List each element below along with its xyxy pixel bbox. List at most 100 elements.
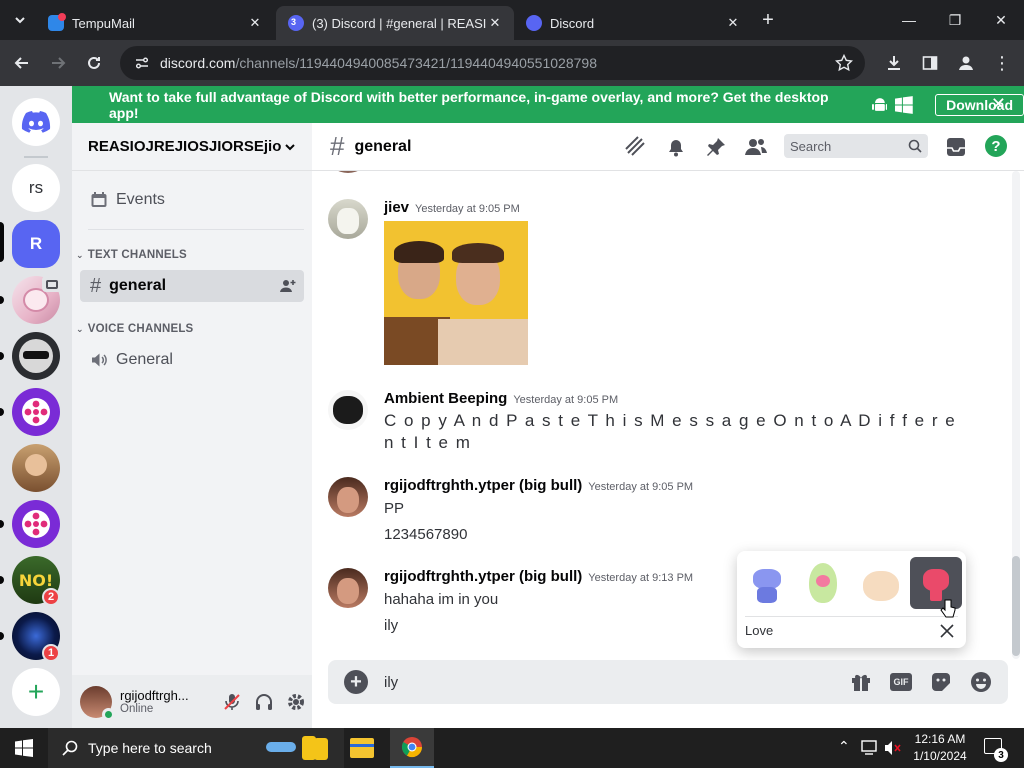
minimize-button[interactable]: — [886,0,932,40]
message-timestamp: Yesterday at 9:05 PM [588,481,694,493]
menu-button[interactable]: ⋮ [988,49,1016,77]
windows-icon [895,95,914,114]
muted-mic-icon[interactable] [222,692,242,712]
taskbar-search-box[interactable]: Type here to search [48,728,344,768]
chevron-down-icon [285,143,295,150]
sticker-icon[interactable] [930,671,952,693]
discord-logo-icon [21,111,51,133]
close-tab-icon[interactable]: ✕ [724,14,742,32]
message-author[interactable]: rgijodftrghth.ytper (big bull) [384,477,582,494]
tab-discord-general[interactable]: 3 (3) Discord | #general | REASIOJ ✕ [276,6,514,40]
events-item[interactable]: Events [80,183,304,217]
message-author[interactable]: Ambient Beeping [384,390,507,407]
server-cat-sunglasses[interactable] [12,332,60,380]
divider [745,616,958,617]
volume-muted-icon[interactable] [884,740,902,756]
search-input[interactable]: Search [784,134,928,158]
download-app-banner: Want to take full advantage of Discord w… [72,86,1024,123]
server-kid-photo[interactable] [12,444,60,492]
close-window-button[interactable]: ✕ [978,0,1024,40]
channel-label: General [116,351,173,368]
network-icon[interactable] [861,740,879,756]
close-banner-icon[interactable]: ✕ [991,94,1006,115]
inbox-icon[interactable] [945,136,967,158]
calendar-icon [91,192,107,207]
settings-gear-icon[interactable] [286,692,306,712]
mention-badge: 2 [42,588,60,606]
threads-icon[interactable] [624,135,648,159]
headphones-icon[interactable] [254,692,274,712]
sticker-label: Love [745,623,774,638]
gift-icon[interactable] [850,671,872,693]
tab-tempumail[interactable]: TempuMail ✕ [36,6,274,40]
avatar[interactable] [328,477,368,517]
tab-search-button[interactable] [6,6,34,34]
scrollbar-thumb[interactable] [1012,556,1020,656]
close-tab-icon[interactable]: ✕ [246,14,264,32]
notification-bell-icon[interactable] [665,136,687,158]
message-composer: + ily GIF [328,660,1008,704]
server-r[interactable]: R [12,220,60,268]
url-host: discord.com [160,55,236,71]
text-channels-category[interactable]: ⌄ TEXT CHANNELS [76,249,187,261]
site-info-icon[interactable] [134,55,150,71]
tab-discord[interactable]: Discord ✕ [514,6,752,40]
pin-icon[interactable] [705,136,727,158]
help-icon[interactable]: ? [985,135,1007,157]
message-input[interactable]: ily [384,674,850,691]
url-path: /channels/1194404940085473421/1194404940… [235,55,597,71]
film-reel-icon [22,398,50,426]
download-button[interactable] [880,49,908,77]
category-label: VOICE CHANNELS [87,323,194,335]
emoji-icon[interactable] [970,671,992,693]
upload-plus-icon[interactable]: + [344,670,368,694]
forward-button[interactable] [44,49,72,77]
server-film-reel[interactable] [12,388,60,436]
scrollbar-track[interactable] [1012,171,1020,659]
new-tab-button[interactable]: + [754,6,782,34]
username[interactable]: rgijodftrgh... [120,688,210,703]
sticker-avocado[interactable] [801,561,845,609]
file-explorer-icon[interactable] [350,738,374,758]
arrow-left-icon [14,57,28,69]
search-icon [62,740,78,756]
sticker-cat[interactable] [859,563,903,607]
message-text: C o p y A n d P a s t e T h i s M e s s … [384,411,957,452]
attachment-image[interactable] [384,221,528,365]
server-rs[interactable]: rs [12,164,60,212]
chevron-up-icon[interactable]: ⌃ [838,738,850,755]
add-server-button[interactable]: + [12,668,60,716]
avatar[interactable] [80,685,115,721]
chrome-taskbar-icon[interactable] [390,728,434,768]
channel-general-text[interactable]: # general [80,270,304,302]
add-member-icon[interactable] [280,278,296,294]
android-icon [871,97,888,111]
avatar[interactable] [328,199,368,239]
reload-button[interactable] [80,49,108,77]
close-icon[interactable] [939,623,955,639]
restore-button[interactable]: ❐ [932,0,978,40]
windows-start-icon[interactable] [15,739,33,757]
star-icon[interactable] [835,54,853,72]
server-name: REASIOJREJIOSJIORSEjio [88,138,282,155]
server-film-reel-2[interactable] [12,500,60,548]
address-bar[interactable]: discord.com/channels/1194404940085473421… [120,46,865,80]
gif-icon[interactable]: GIF [890,673,912,691]
channel-general-voice[interactable]: General [80,344,304,376]
message-author[interactable]: rgijodftrghth.ytper (big bull) [384,568,582,585]
sticker-robot[interactable] [745,563,789,607]
member-list-icon[interactable] [744,136,768,158]
message-author[interactable]: jiev [384,199,409,216]
download-button[interactable]: Download [935,93,1024,116]
avatar[interactable] [328,568,368,608]
avatar[interactable] [328,390,368,430]
server-initials: R [29,234,43,253]
side-panel-button[interactable] [916,49,944,77]
server-header[interactable]: REASIOJREJIOSJIORSEjio [72,123,312,171]
close-tab-icon[interactable]: ✕ [486,14,504,32]
back-button[interactable] [8,49,36,77]
profile-button[interactable] [952,49,980,77]
direct-messages-home[interactable] [12,98,60,146]
clock[interactable]: 12:16 AM 1/10/2024 [910,731,970,765]
voice-channels-category[interactable]: ⌄ VOICE CHANNELS [76,323,193,335]
